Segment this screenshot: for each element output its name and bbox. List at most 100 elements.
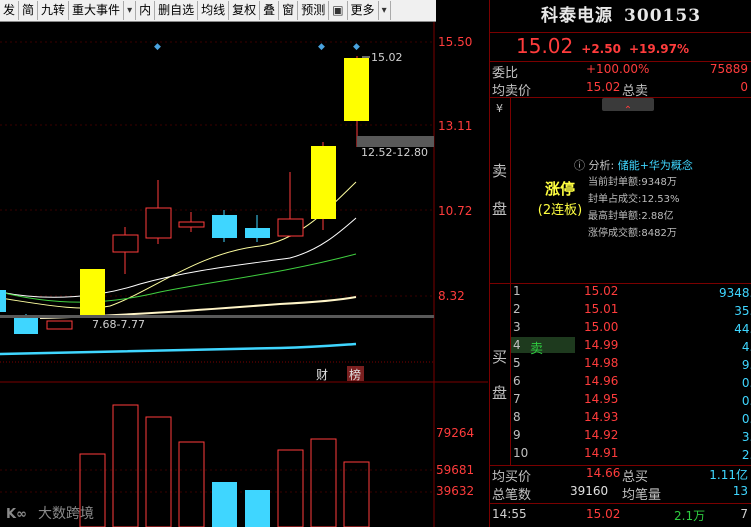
toolbar-window[interactable]: 窗 (279, 1, 299, 20)
bid-volume: 2.5万 (741, 448, 751, 462)
bid-row[interactable]: 7 14.95 0.7万 (511, 392, 751, 410)
weibi-label: 委比 (492, 66, 519, 81)
kline-chart[interactable]: 15.50 13.11 10.72 8.32 79264 59681 39632… (0, 22, 488, 527)
avg-lot-value: 13 (732, 484, 748, 498)
price-tick-1: 15.50 (438, 35, 472, 49)
bid-level: 1 (513, 284, 521, 298)
info-icon[interactable]: ⓘ (574, 159, 585, 172)
bid-level: 2 (513, 302, 521, 316)
seal-amount: 当前封单额:9348万 (588, 177, 677, 188)
stock-header: 科泰电源 300153 (490, 0, 751, 32)
more-chevron-down-icon[interactable]: ▾ (379, 1, 391, 20)
sell-side-label-2: 盘 (492, 200, 508, 218)
tick-price: 15.02 (586, 507, 621, 521)
bid-row[interactable]: 8 14.93 0.7万 (511, 410, 751, 428)
bid-row[interactable]: 5 14.98 9.7万 (511, 356, 751, 374)
volume-bar (343, 461, 370, 527)
bid-price: 15.00 (584, 320, 619, 334)
bid-row[interactable]: 10 14.91 2.5万 (511, 446, 751, 464)
yen-icon: ¥ (496, 102, 503, 115)
collapse-button[interactable]: ⌃ (602, 98, 654, 116)
event-marker-icon[interactable]: ◆ (353, 42, 360, 52)
bid-price: 15.01 (584, 302, 619, 316)
bid-volume: 35.9万 (734, 304, 751, 318)
bid-price: 14.96 (584, 374, 619, 388)
toolbar-remove-watchlist[interactable]: 删自选 (155, 1, 199, 20)
vol-tick-2: 59681 (436, 463, 474, 477)
range-band-bottom (0, 315, 434, 318)
bid-row[interactable]: 9 14.92 3.6万 (511, 428, 751, 446)
toolbar-forecast[interactable]: 预测 (298, 1, 330, 20)
bid-price: 14.98 (584, 356, 619, 370)
bid-level: 10 (513, 446, 529, 460)
ma-line-yellow (0, 181, 357, 309)
toolbar-fa[interactable]: 发 (0, 1, 20, 20)
toolbar-moving-average[interactable]: 均线 (198, 1, 230, 20)
limit-up-turnover: 涨停成交额:8482万 (588, 228, 677, 239)
avg-sell-row: 均卖价 15.02 总卖 0 (490, 80, 751, 99)
price-line: 15.02 +2.50 +19.97% (516, 34, 689, 60)
toolbar-overlay[interactable]: 叠 (260, 1, 280, 20)
tick-row[interactable]: 14:55 15.02 2.1万 7 (490, 507, 751, 525)
candle (145, 207, 172, 239)
toolbar-adjust[interactable]: 复权 (229, 1, 261, 20)
chart-toolbar: 发 简 九转 重大事件 ▾ 内 删自选 均线 复权 叠 窗 预测 ▣ 更多 ▾ (0, 0, 436, 22)
toolbar-more[interactable]: 更多 (348, 1, 379, 20)
bid-row[interactable]: 4 14.99 4.0万 (511, 338, 751, 356)
toolbar-jian[interactable]: 简 (19, 1, 39, 20)
volume-bar (310, 438, 337, 527)
volume-bar (245, 490, 270, 527)
analysis-concepts[interactable]: 储能+华为概念 (618, 159, 693, 172)
candle (178, 221, 205, 228)
volume-bar (178, 441, 205, 527)
bid-row[interactable]: 2 15.01 35.9万 (511, 302, 751, 320)
bid-level: 4 (513, 338, 521, 352)
bid-volume: 9348.2万 (719, 286, 751, 300)
sell-side-label-1: 卖 (492, 162, 508, 180)
bid-price: 14.92 (584, 428, 619, 442)
total-buy-value: 1.11亿 (709, 468, 748, 482)
candle (46, 320, 73, 330)
tick-count: 7 (740, 507, 748, 521)
bid-row[interactable]: 1 15.02 9348.2万 (511, 284, 751, 302)
candle (344, 58, 369, 121)
toolbar-nei[interactable]: 内 (136, 1, 156, 20)
volume-bar (277, 449, 304, 527)
event-marker-icon[interactable]: ◆ (154, 42, 161, 52)
analysis-prefix: 分析: (588, 159, 615, 172)
toolbar-major-events[interactable]: 重大事件 (69, 1, 125, 20)
bid-level: 3 (513, 320, 521, 334)
toolbar-jiuzhuan[interactable]: 九转 (38, 1, 70, 20)
bid-price: 14.91 (584, 446, 619, 460)
bid-list: 1 15.02 9348.2万 2 15.01 35.9万 3 15.00 44… (511, 284, 751, 464)
tag-financial[interactable]: 财 (316, 368, 328, 382)
toolbar-image-icon[interactable]: ▣ (329, 1, 348, 20)
range-label-top: 12.52-12.80 (361, 146, 428, 159)
candle (212, 215, 237, 238)
price-tick-2: 13.11 (438, 119, 472, 133)
bid-volume: 0.3万 (741, 376, 751, 390)
candle (112, 234, 139, 253)
volume-bar (145, 416, 172, 527)
event-marker-icon[interactable]: ◆ (318, 42, 325, 52)
tick-volume: 2.1万 (674, 509, 706, 523)
avg-sell-value: 15.02 (586, 80, 621, 94)
bid-level: 9 (513, 428, 521, 442)
high-price-label: 15.02 (371, 51, 403, 64)
volume-bars (79, 404, 370, 527)
bid-row[interactable]: 3 15.00 44.6万 (511, 320, 751, 338)
chevron-down-icon[interactable]: ▾ (124, 1, 137, 20)
vol-tick-3: 39632 (436, 484, 474, 498)
avg-buy-label: 均买价 (492, 470, 532, 485)
tag-ranking[interactable]: 榜 (349, 367, 361, 382)
candle (311, 146, 336, 219)
bid-volume: 3.6万 (741, 430, 751, 444)
bid-level: 7 (513, 392, 521, 406)
bid-volume: 0.7万 (741, 394, 751, 408)
stock-code: 300153 (624, 6, 702, 26)
seal-max: 最高封单额:2.88亿 (588, 211, 674, 222)
buy-side-label-1: 买 (492, 348, 508, 366)
buy-side-label-2: 盘 (492, 384, 508, 402)
vol-tick-1: 79264 (436, 426, 474, 440)
bid-row[interactable]: 6 14.96 0.3万 (511, 374, 751, 392)
